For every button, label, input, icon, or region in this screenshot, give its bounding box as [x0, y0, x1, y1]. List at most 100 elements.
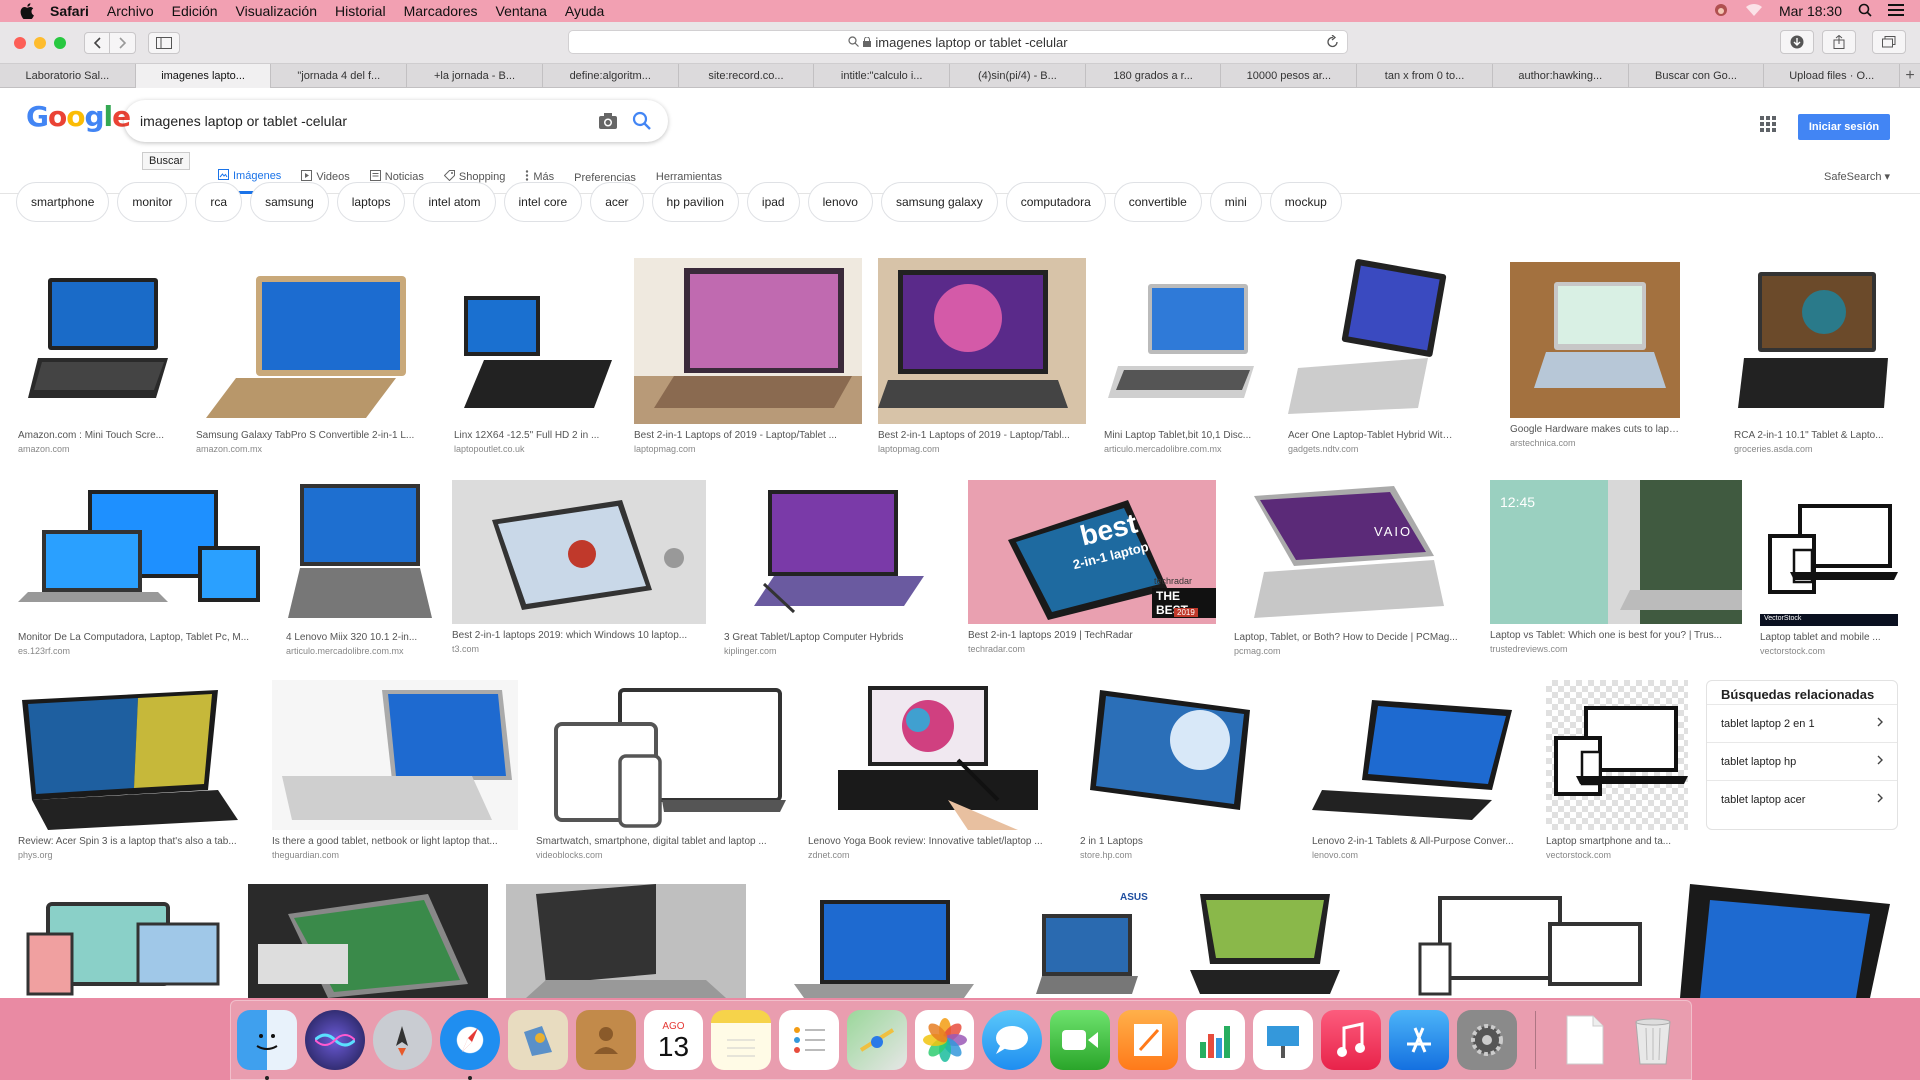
image-result[interactable]: Samsung Galaxy TabPro S Convertible 2-in… [196, 258, 438, 454]
image-result[interactable]: Amazon.com : Mini Touch Scre... amazon.c… [18, 258, 180, 454]
result-thumbnail[interactable] [536, 680, 792, 830]
chip[interactable]: samsung [250, 182, 329, 222]
menu-safari[interactable]: Safari [50, 3, 89, 19]
result-caption[interactable]: Is there a good tablet, netbook or light… [272, 836, 518, 847]
result-caption[interactable]: Lenovo 2-in-1 Tablets & All-Purpose Conv… [1312, 836, 1528, 847]
search-input[interactable] [140, 113, 570, 129]
address-bar[interactable]: imagenes laptop or tablet -celular [568, 30, 1348, 54]
mail-icon[interactable] [508, 1010, 568, 1070]
image-result[interactable]: Best 2-in-1 laptops 2019: which Windows … [452, 480, 706, 654]
browser-tab[interactable]: Upload files · O... [1764, 64, 1901, 88]
browser-tab[interactable]: 10000 pesos ar... [1221, 64, 1358, 88]
result-caption[interactable]: 4 Lenovo Miix 320 10.1 2-in... [286, 632, 436, 643]
result-caption[interactable]: Laptop tablet and mobile ... [1760, 632, 1898, 643]
show-tabs-button[interactable] [1872, 30, 1906, 54]
chip[interactable]: rca [195, 182, 243, 222]
result-caption[interactable]: Lenovo Yoga Book review: Innovative tabl… [808, 836, 1064, 847]
result-thumbnail[interactable] [18, 476, 270, 626]
menu-ayuda[interactable]: Ayuda [565, 3, 604, 19]
image-result[interactable]: RCA 2-in-1 10.1" Tablet & Lapto... groce… [1734, 258, 1896, 454]
calendar-icon[interactable]: AGO 13 [643, 1010, 704, 1070]
image-result[interactable]: Lenovo Yoga Book review: Innovative tabl… [808, 680, 1064, 860]
result-thumbnail[interactable] [18, 884, 230, 998]
result-thumbnail[interactable] [1180, 884, 1350, 998]
apple-menu-icon[interactable] [20, 3, 36, 19]
back-button[interactable] [84, 31, 110, 54]
result-caption[interactable]: Best 2-in-1 laptops 2019 | TechRadar [968, 630, 1216, 641]
chip[interactable]: acer [590, 182, 644, 222]
browser-tab-active[interactable]: imagenes lapto... [135, 64, 272, 88]
browser-tab[interactable]: "jornada 4 del f... [271, 64, 408, 88]
result-thumbnail[interactable] [18, 258, 180, 424]
result-thumbnail[interactable] [506, 884, 746, 998]
result-caption[interactable]: Samsung Galaxy TabPro S Convertible 2-in… [196, 430, 438, 441]
image-result[interactable]: 12:45 Laptop vs Tablet: Which one is bes… [1490, 480, 1742, 654]
result-thumbnail[interactable] [764, 884, 1004, 998]
browser-tab[interactable]: (4)sin(pi/4) - B... [950, 64, 1086, 88]
result-caption[interactable]: Acer One Laptop-Tablet Hybrid With Win..… [1288, 430, 1456, 441]
system-preferences-icon[interactable] [1456, 1010, 1517, 1070]
menu-marcadores[interactable]: Marcadores [404, 3, 478, 19]
browser-tab[interactable]: tan x from 0 to... [1357, 64, 1493, 88]
document-icon[interactable] [1556, 1010, 1616, 1070]
image-result[interactable] [248, 884, 488, 998]
siri-icon[interactable] [304, 1010, 365, 1070]
browser-tab[interactable]: Buscar con Go... [1629, 64, 1765, 88]
maps-icon[interactable] [846, 1010, 907, 1070]
result-thumbnail[interactable] [1080, 680, 1258, 830]
new-tab-button[interactable]: + [1900, 64, 1920, 88]
result-thumbnail[interactable] [272, 680, 518, 830]
result-thumbnail[interactable] [1510, 262, 1680, 418]
result-caption[interactable]: Best 2-in-1 Laptops of 2019 - Laptop/Tab… [878, 430, 1086, 441]
chip[interactable]: laptops [336, 182, 406, 222]
image-result[interactable] [18, 884, 230, 998]
result-caption[interactable]: Linx 12X64 -12.5" Full HD 2 in ... [454, 430, 618, 441]
result-caption[interactable]: Laptop, Tablet, or Both? How to Decide |… [1234, 632, 1474, 643]
wifi-icon[interactable] [1745, 3, 1763, 20]
image-result[interactable]: 3 Great Tablet/Laptop Computer Hybrids k… [724, 476, 952, 656]
music-icon[interactable] [1321, 1010, 1382, 1070]
launchpad-icon[interactable] [372, 1010, 433, 1070]
zoom-window-button[interactable] [54, 36, 66, 49]
result-caption[interactable]: Google Hardware makes cuts to laptop a..… [1510, 424, 1680, 435]
image-result[interactable]: Lenovo 2-in-1 Tablets & All-Purpose Conv… [1312, 680, 1528, 860]
result-thumbnail[interactable] [1288, 258, 1456, 424]
minimize-window-button[interactable] [34, 36, 46, 49]
result-thumbnail[interactable] [452, 480, 706, 624]
contacts-icon[interactable] [575, 1010, 636, 1070]
status-monkey-icon[interactable] [1713, 2, 1729, 21]
chip[interactable]: monitor [117, 182, 188, 222]
app-store-icon[interactable] [1389, 1010, 1449, 1070]
downloads-button[interactable] [1780, 30, 1814, 54]
chip[interactable]: mini [1209, 182, 1262, 222]
image-result[interactable]: VectorStock Laptop tablet and mobile ...… [1760, 476, 1898, 656]
result-thumbnail[interactable] [1734, 258, 1896, 424]
image-result[interactable] [1400, 884, 1652, 998]
apps-grid-icon[interactable] [1760, 116, 1776, 137]
chip[interactable]: ipad [746, 182, 800, 222]
image-result[interactable]: Monitor De La Computadora, Laptop, Table… [18, 476, 270, 656]
result-caption[interactable]: Smartwatch, smartphone, digital tablet a… [536, 836, 792, 847]
chip[interactable]: hp pavilion [651, 182, 739, 222]
result-caption[interactable]: Best 2-in-1 laptops 2019: which Windows … [452, 630, 706, 641]
facetime-icon[interactable] [1050, 1010, 1110, 1070]
messages-icon[interactable] [982, 1010, 1043, 1070]
finder-icon[interactable] [237, 1010, 297, 1080]
chip[interactable]: convertible [1113, 182, 1202, 222]
result-caption[interactable]: Monitor De La Computadora, Laptop, Table… [18, 632, 270, 643]
image-result[interactable]: Smartwatch, smartphone, digital tablet a… [536, 680, 792, 860]
menu-historial[interactable]: Historial [335, 3, 386, 19]
browser-tab[interactable]: intitle:"calculo i... [814, 64, 951, 88]
result-thumbnail[interactable] [1546, 680, 1688, 830]
image-result[interactable]: Linx 12X64 -12.5" Full HD 2 in ... lapto… [454, 258, 618, 454]
image-result[interactable]: VAIO Laptop, Tablet, or Both? How to Dec… [1234, 476, 1474, 656]
browser-tab[interactable]: site:record.co... [679, 64, 815, 88]
result-thumbnail[interactable] [1104, 258, 1270, 424]
chip[interactable]: samsung galaxy [880, 182, 998, 222]
reload-icon[interactable] [1327, 34, 1339, 52]
result-thumbnail[interactable] [286, 476, 436, 626]
result-thumbnail[interactable] [1670, 884, 1898, 998]
result-caption[interactable]: 3 Great Tablet/Laptop Computer Hybrids [724, 632, 952, 643]
image-result[interactable]: Best 2-in-1 Laptops of 2019 - Laptop/Tab… [634, 258, 862, 454]
pages-icon[interactable] [1117, 1010, 1178, 1070]
